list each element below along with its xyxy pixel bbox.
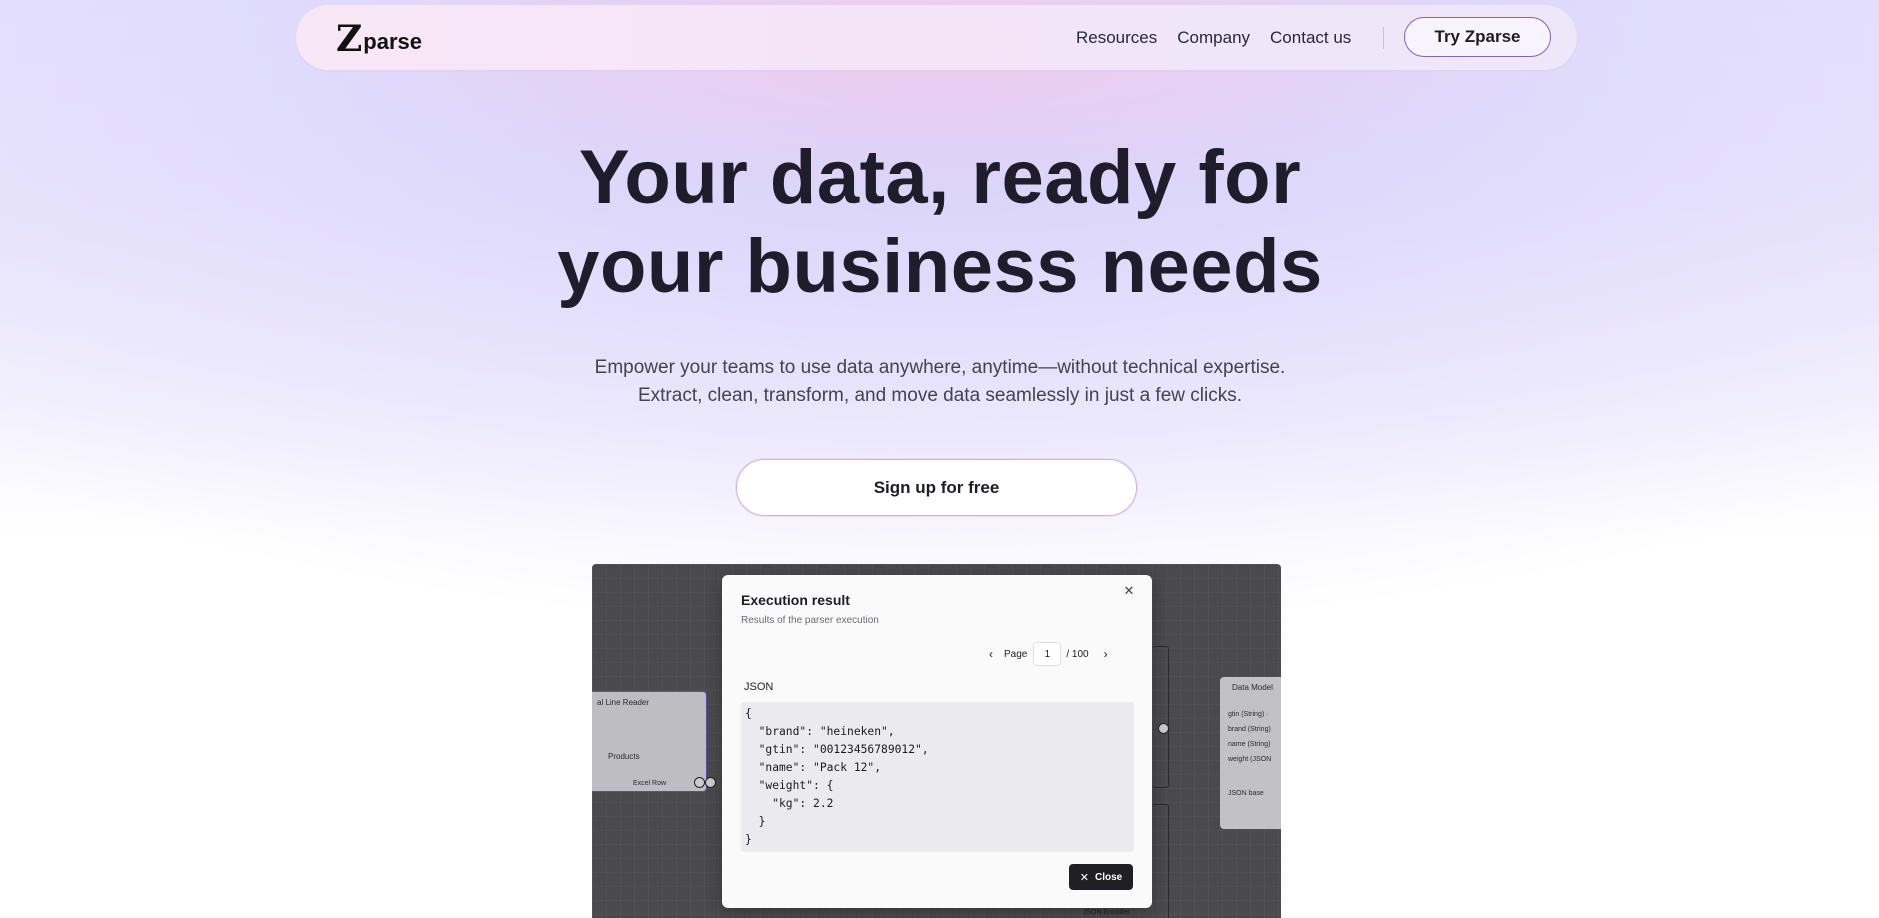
- page-number-input[interactable]: [1033, 642, 1062, 666]
- nav-links: Resources Company Contact us: [1076, 5, 1408, 70]
- zparse-logo[interactable]: Z parse: [336, 16, 422, 60]
- execution-result-dialog: Execution result Results of the parser e…: [722, 575, 1152, 908]
- nav-link-contact[interactable]: Contact us: [1270, 28, 1351, 48]
- line-reader-node: al Line Reader Products Excel Row: [592, 691, 707, 792]
- dialog-title: Execution result: [741, 592, 850, 608]
- data-model-node: Data Model gtin (String) · brand (String…: [1220, 677, 1281, 829]
- json-encoder-label: JSON Encoder: [1083, 909, 1130, 916]
- nav-link-resources[interactable]: Resources: [1076, 28, 1157, 48]
- logo-wordmark: parse: [363, 29, 422, 54]
- nav-divider: [1383, 26, 1385, 49]
- sign-up-button[interactable]: Sign up for free: [736, 459, 1137, 516]
- nav-link-company[interactable]: Company: [1177, 28, 1250, 48]
- data-model-field: gtin (String) ·: [1228, 711, 1269, 718]
- dialog-description: Results of the parser execution: [741, 615, 879, 626]
- hero-subtitle: Empower your teams to use data anywhere,…: [440, 354, 1440, 410]
- logo-mark: Z: [336, 18, 363, 60]
- page-label: Page: [1004, 648, 1028, 660]
- hidden-node-outline: [1152, 804, 1169, 918]
- close-button[interactable]: ✕ Close: [1069, 864, 1133, 890]
- hero-title-line-1: Your data, ready for: [578, 135, 1302, 220]
- hero-subtitle-line-2: Extract, clean, transform, and move data…: [637, 385, 1242, 406]
- data-model-node-title: Data Model: [1232, 683, 1273, 692]
- line-reader-node-title: al Line Reader: [597, 698, 650, 707]
- line-reader-node-item: Products: [608, 752, 640, 761]
- product-screenshot: al Line Reader Products Excel Row Data M…: [592, 564, 1281, 918]
- hero-title: Your data, ready for your business needs: [440, 133, 1440, 311]
- node-port-icon: [1158, 723, 1169, 734]
- chevron-left-icon[interactable]: ‹: [984, 647, 998, 661]
- close-button-label: Close: [1094, 871, 1123, 883]
- node-port-icon: [705, 777, 716, 788]
- chevron-right-icon[interactable]: ›: [1099, 647, 1113, 661]
- format-label: JSON: [744, 681, 774, 693]
- json-output: { "brand": "heineken", "gtin": "00123456…: [741, 702, 1134, 852]
- page-total: / 100: [1066, 648, 1089, 660]
- pagination: ‹ Page / 100 ›: [984, 641, 1113, 667]
- close-icon: ✕: [1079, 871, 1089, 884]
- hero-title-line-2: your business needs: [557, 224, 1323, 309]
- data-model-field: brand (String): [1228, 726, 1271, 733]
- data-model-field: name (String): [1228, 741, 1271, 748]
- line-reader-node-port-label: Excel Row: [633, 780, 667, 787]
- node-port-icon: [694, 777, 705, 788]
- hidden-node-outline: [1152, 646, 1169, 788]
- data-model-field: weight (JSON: [1228, 756, 1272, 763]
- hero-subtitle-line-1: Empower your teams to use data anywhere,…: [594, 357, 1286, 378]
- data-model-footer: JSON base: [1228, 790, 1264, 797]
- top-navbar: Z parse Resources Company Contact us Try…: [296, 5, 1577, 70]
- close-icon[interactable]: ✕: [1122, 584, 1136, 598]
- try-zparse-button[interactable]: Try Zparse: [1404, 17, 1551, 57]
